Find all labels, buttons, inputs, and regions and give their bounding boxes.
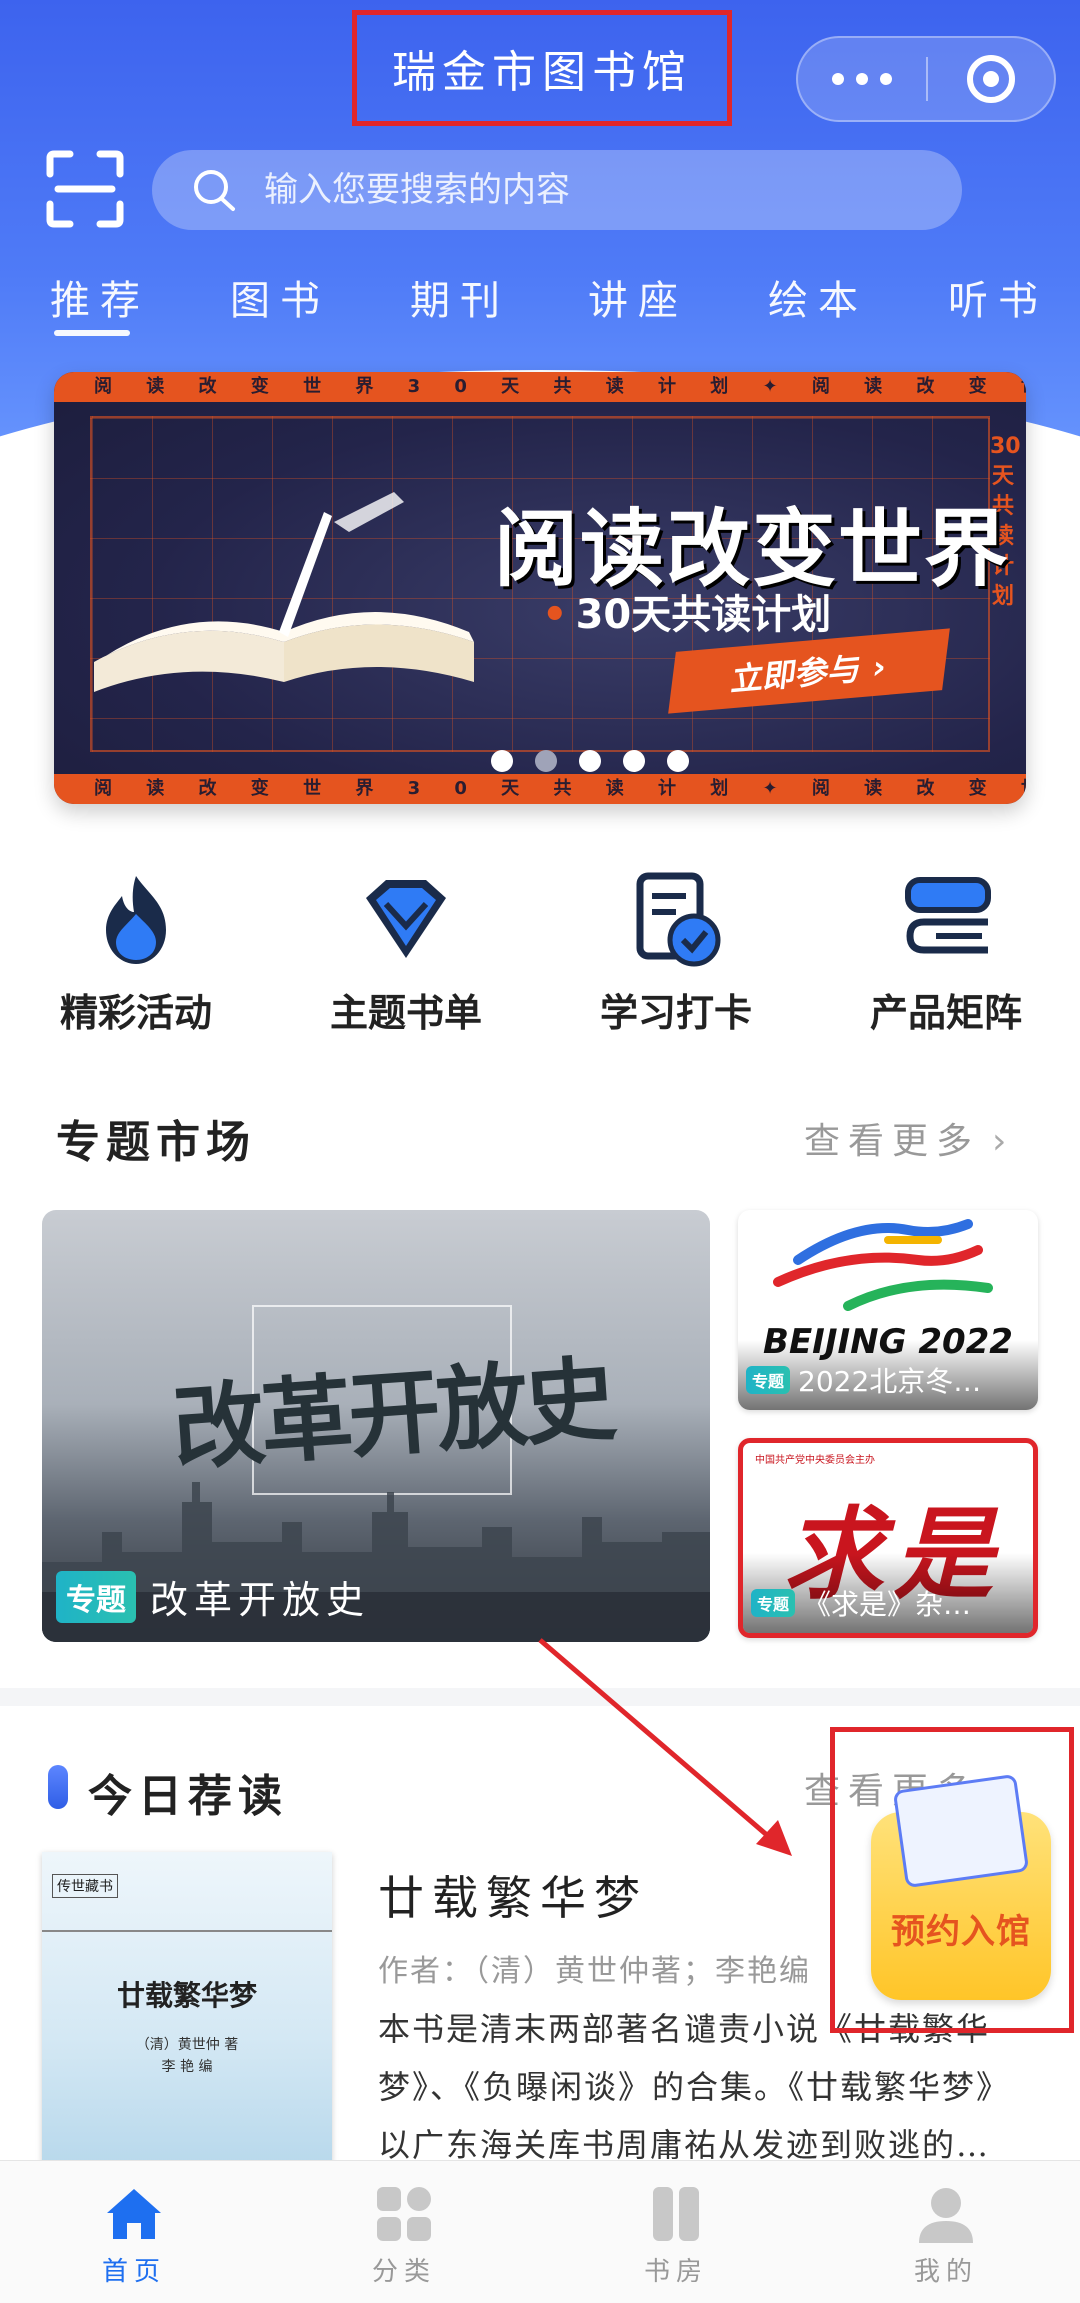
carousel-dot[interactable] <box>491 750 513 772</box>
carousel-dot[interactable] <box>623 750 645 772</box>
bookshelf-icon <box>653 2187 699 2241</box>
quick-action-label: 学习打卡 <box>599 991 752 1035</box>
home-icon <box>107 2189 161 2239</box>
search-bar[interactable] <box>152 150 962 230</box>
dot-icon <box>832 73 844 85</box>
book-stack-icon <box>905 877 991 954</box>
miniapp-capsule <box>796 36 1056 122</box>
nav-categories[interactable]: 分类 <box>304 2161 504 2303</box>
carousel-dot[interactable] <box>667 750 689 772</box>
quick-actions: 精彩活动 主题书单 学习打卡 产品矩阵 <box>0 870 1080 1035</box>
nav-study[interactable]: 书房 <box>576 2161 776 2303</box>
book-cover[interactable]: 传世藏书 廿载繁华梦 （清）黄世仲 著 李 艳 编 <box>42 1852 332 2162</box>
book-author: 作者：（清）黄世仲著；李艳编 <box>378 1954 811 1989</box>
card-caption: 专题 《求是》杂… <box>751 1583 1033 1623</box>
beijing-2022-emblem <box>773 1219 993 1311</box>
booking-highlight: 预约入馆 <box>830 1727 1074 2033</box>
card-art-small-text: 中国共产党中央委员会主办 <box>755 1455 875 1466</box>
topic-card-reform-history[interactable]: 改革开放史 专题 改革开放史 <box>42 1210 710 1642</box>
nav-profile[interactable]: 我的 <box>846 2161 1046 2303</box>
quick-action-checkin[interactable]: 学习打卡 <box>566 870 786 1037</box>
quick-action-booklists[interactable]: 主题书单 <box>296 870 516 1037</box>
search-input[interactable] <box>264 170 884 210</box>
checklist-icon <box>636 872 721 967</box>
book-visit-button[interactable]: 预约入馆 <box>871 1773 1051 2000</box>
tab-audiobooks[interactable]: 听书 <box>948 268 1048 326</box>
dot-icon <box>880 73 892 85</box>
cover-series-label: 传世藏书 <box>52 1874 118 1898</box>
promo-banner[interactable]: 阅 读 改 变 世 界 3 0 天 共 读 计 划 ✦ 阅 读 改 变 世 界 … <box>54 372 1026 804</box>
target-icon <box>966 55 1015 103</box>
carousel-dot[interactable] <box>579 750 601 772</box>
banner-strip-bottom: 阅 读 改 变 世 界 3 0 天 共 读 计 划 ✦ 阅 读 改 变 世 界 … <box>54 774 1026 804</box>
card-title: 改革开放史 <box>150 1578 371 1622</box>
app-title: 瑞金市图书馆 <box>392 47 692 98</box>
topic-card-qiushi[interactable]: 中国共产党中央委员会主办 求是 专题 《求是》杂… <box>738 1438 1038 1638</box>
annotation-arrow <box>538 1638 792 1856</box>
tab-picture-books[interactable]: 绘本 <box>768 268 868 326</box>
nav-label: 书房 <box>643 2257 708 2287</box>
topic-badge: 专题 <box>746 1366 791 1394</box>
quick-action-label: 精彩活动 <box>59 991 212 1035</box>
nav-label: 分类 <box>371 2257 436 2287</box>
section-marker-icon <box>48 1765 68 1809</box>
card-title: 2022北京冬… <box>798 1365 982 1398</box>
topic-badge: 专题 <box>751 1589 796 1617</box>
dot-icon <box>856 73 868 85</box>
topic-badge: 专题 <box>56 1570 136 1623</box>
book-title[interactable]: 廿载繁华梦 <box>378 1862 648 1928</box>
today-reading-title: 今日荐读 <box>88 1771 288 1822</box>
topic-market-title: 专题市场 <box>56 1117 256 1168</box>
nav-label: 我的 <box>913 2257 978 2287</box>
tab-journals[interactable]: 期刊 <box>410 268 510 326</box>
topic-market-more-link[interactable]: 查看更多 › <box>804 1112 1014 1164</box>
close-miniapp-button[interactable] <box>928 38 1054 120</box>
topic-card-beijing-2022[interactable]: BEIJING 2022 专题 2022北京冬… <box>738 1210 1038 1410</box>
card-caption: 专题 2022北京冬… <box>746 1360 1036 1400</box>
category-tabs: 推荐 图书 期刊 讲座 绘本 听书 <box>0 268 1080 348</box>
tab-lectures[interactable]: 讲座 <box>588 268 688 326</box>
banner-strip-top: 阅 读 改 变 世 界 3 0 天 共 读 计 划 ✦ 阅 读 改 变 世 界 … <box>54 372 1026 402</box>
card-caption: 专题 改革开放史 <box>56 1569 370 1624</box>
quick-action-label: 主题书单 <box>329 991 482 1035</box>
search-icon <box>194 170 235 211</box>
more-menu-button[interactable] <box>798 38 926 120</box>
ticket-icon <box>892 1773 1030 1889</box>
diamond-icon <box>366 880 446 958</box>
cover-authors: （清）黄世仲 著 李 艳 编 <box>135 2037 239 2075</box>
carousel-indicators <box>54 750 1026 772</box>
tab-recommend[interactable]: 推荐 <box>50 268 150 336</box>
bottom-navigation: 首页 分类 书房 我的 <box>0 2160 1080 2303</box>
carousel-dot-active[interactable] <box>535 750 557 772</box>
chevron-right-icon: › <box>992 1121 1015 1162</box>
quick-action-activities[interactable]: 精彩活动 <box>26 870 246 1037</box>
card-title: 《求是》杂… <box>803 1588 972 1621</box>
cover-title: 廿载繁华梦 <box>116 1979 257 2012</box>
nav-label: 首页 <box>101 2257 166 2287</box>
banner-subtitle: 30天共读计划 <box>542 582 832 640</box>
quick-action-label: 产品矩阵 <box>869 991 1022 1035</box>
book-visit-label: 预约入馆 <box>891 1912 1031 1952</box>
open-book-illustration <box>94 492 474 692</box>
more-link-label: 查看更多 <box>804 1121 981 1162</box>
user-icon <box>919 2188 973 2243</box>
cover-rule <box>42 1930 332 1932</box>
grid-icon <box>377 2187 431 2241</box>
quick-action-products[interactable]: 产品矩阵 <box>836 870 1056 1037</box>
scan-icon[interactable] <box>44 148 126 230</box>
tab-books[interactable]: 图书 <box>230 268 330 326</box>
app-title-highlight: 瑞金市图书馆 <box>352 10 732 126</box>
nav-home[interactable]: 首页 <box>34 2161 234 2303</box>
flame-icon <box>106 876 166 964</box>
